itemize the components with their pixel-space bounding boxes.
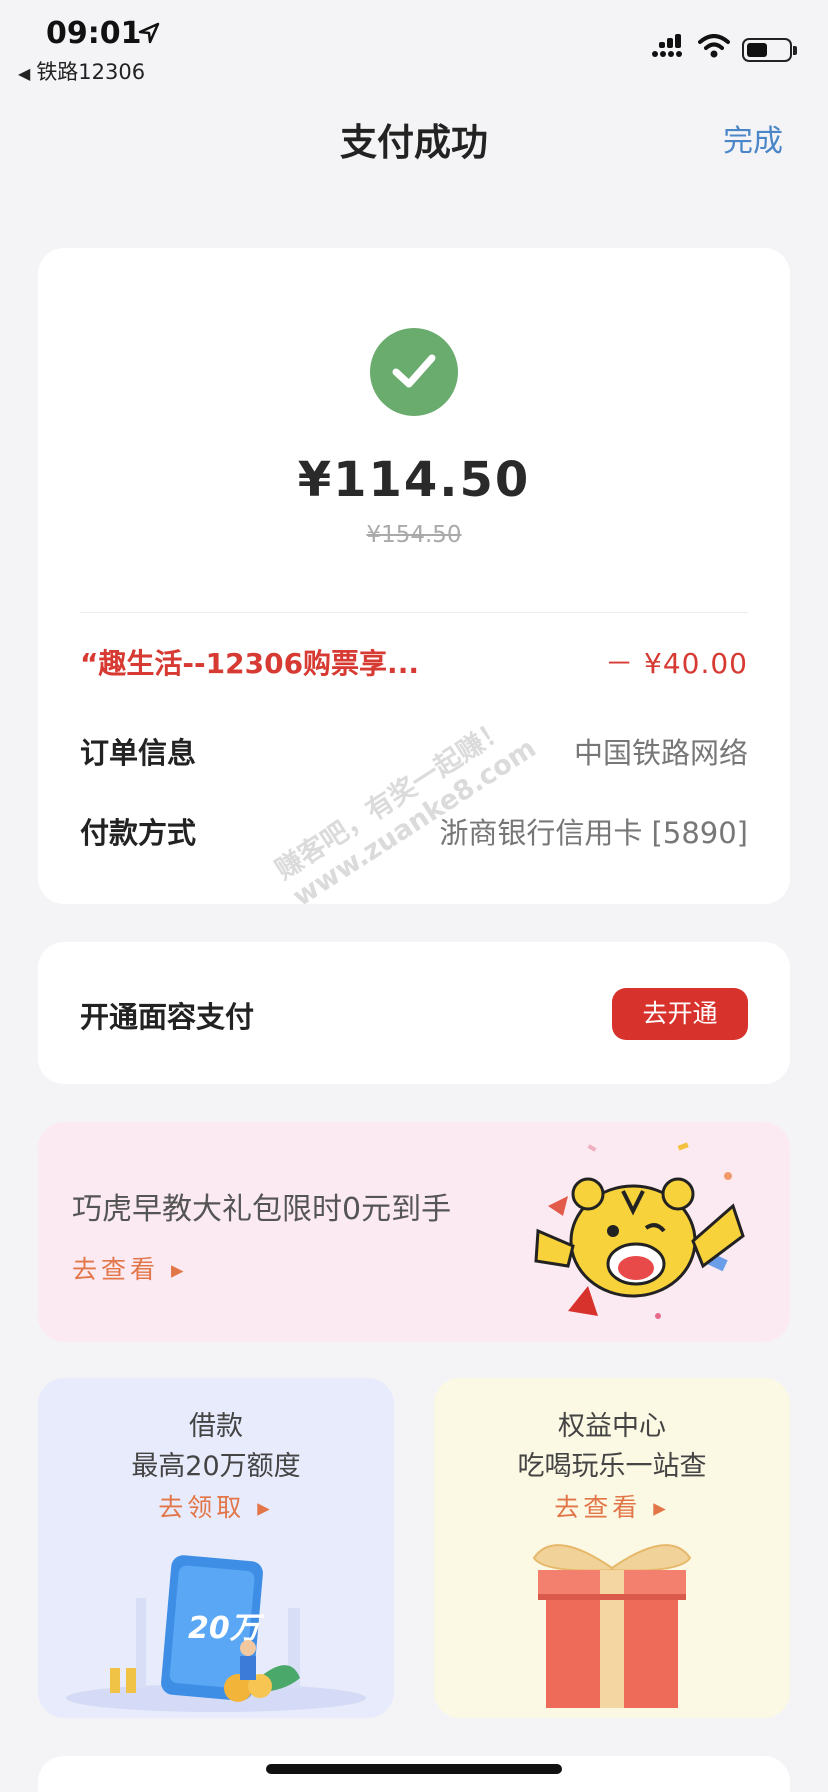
loan-art-text: 20万 — [188, 1611, 265, 1646]
next-card — [38, 1756, 790, 1792]
loan-tile[interactable]: 借款 最高20万额度 去领取 ▸ 20万 — [38, 1378, 394, 1718]
loan-phone-illustration: 20万 — [66, 1555, 366, 1712]
loan-cta[interactable]: 去领取 ▸ — [38, 1488, 394, 1524]
tiger-mascot-icon — [534, 1142, 745, 1319]
perks-cta[interactable]: 去查看 ▸ — [434, 1488, 790, 1524]
face-pay-label: 开通面容支付 — [80, 1000, 255, 1034]
status-time: 09:01 — [46, 16, 142, 51]
cellular-signal-icon — [652, 34, 682, 57]
original-amount: ¥154.50 — [366, 522, 462, 548]
battery-icon — [742, 38, 797, 62]
back-triangle-icon: ◀ — [18, 64, 31, 83]
play-arrow-icon: ▸ — [257, 1493, 274, 1522]
loan-subtitle: 最高20万额度 — [131, 1451, 301, 1482]
perks-center-tile[interactable]: 权益中心 吃喝玩乐一站查 去查看 ▸ — [434, 1378, 790, 1718]
loan-cta-label: 去领取 — [158, 1493, 246, 1522]
paid-amount: ¥114.50 — [297, 452, 531, 508]
enable-face-pay-button[interactable]: 去开通 — [612, 988, 748, 1040]
promo-link[interactable]: 去查看 ▸ — [72, 1250, 188, 1286]
promo-link-label: 去查看 — [72, 1255, 160, 1284]
promo-title: 巧虎早教大礼包限时0元到手 — [72, 1192, 452, 1227]
back-app-label: 铁路12306 — [36, 60, 146, 84]
back-to-app-link[interactable]: ◀ 铁路12306 — [18, 56, 145, 86]
play-arrow-icon: ▸ — [170, 1255, 188, 1284]
payment-method-value: 浙商银行信用卡 [5890] — [439, 816, 748, 850]
discount-label: “趣生活--12306购票享... — [80, 647, 419, 680]
payment-method-label: 付款方式 — [80, 816, 197, 850]
perks-subtitle: 吃喝玩乐一站查 — [517, 1451, 707, 1482]
page-title: 支付成功 — [340, 121, 488, 164]
loan-title: 借款 — [189, 1411, 243, 1442]
divider — [80, 612, 748, 613]
play-arrow-icon: ▸ — [653, 1493, 670, 1522]
order-info-row: 订单信息 中国铁路网络 — [80, 730, 748, 770]
home-indicator[interactable] — [266, 1764, 562, 1774]
discount-row: “趣生活--12306购票享... － ¥40.00 — [80, 642, 748, 682]
order-info-label: 订单信息 — [80, 736, 197, 770]
order-info-value: 中国铁路网络 — [573, 736, 748, 770]
promo-banner[interactable]: 巧虎早教大礼包限时0元到手 去查看 ▸ — [38, 1122, 790, 1342]
success-check-icon — [370, 328, 458, 416]
status-bar: 09:01 ◀ 铁路12306 — [0, 0, 828, 90]
discount-value: － ¥40.00 — [605, 647, 748, 680]
gift-box-icon — [532, 1544, 692, 1708]
perks-cta-label: 去查看 — [554, 1493, 642, 1522]
face-pay-card: 开通面容支付 去开通 — [38, 942, 790, 1084]
location-arrow-icon — [138, 22, 160, 44]
wifi-icon — [698, 34, 730, 58]
perks-title: 权益中心 — [558, 1411, 666, 1442]
done-button[interactable]: 完成 — [723, 116, 783, 160]
